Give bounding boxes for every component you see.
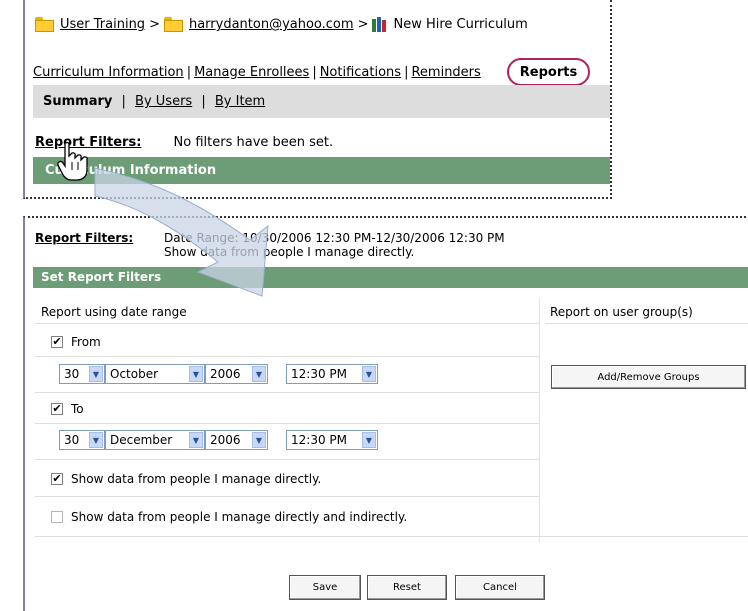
chevron-down-icon: ▼ (362, 366, 376, 382)
divider (35, 459, 539, 460)
report-filters-link[interactable]: Report Filters: (35, 135, 141, 150)
to-row: ✔ To (51, 402, 84, 416)
curriculum-nav: Curriculum Information | Manage Enrollees |… (33, 65, 481, 80)
direct-reports-label: Show data from people I manage directly. (71, 472, 322, 486)
divider (35, 356, 539, 357)
report-filters-value: No filters have been set. (173, 135, 334, 150)
divider (35, 496, 539, 497)
cancel-button[interactable]: Cancel (455, 575, 545, 600)
to-year-select[interactable]: 2006 ▼ (205, 430, 268, 450)
curriculum-information-header: Curriculum Information (33, 157, 610, 184)
chevron-down-icon: ▼ (89, 432, 103, 448)
to-month-select[interactable]: December ▼ (105, 430, 205, 450)
folder-icon (163, 17, 183, 32)
from-day-select[interactable]: 30 ▼ (59, 364, 105, 384)
nav-manage-enrollees[interactable]: Manage Enrollees (194, 65, 309, 80)
chevron-down-icon: ▼ (189, 366, 203, 382)
breadcrumb-user-training[interactable]: User Training (60, 17, 145, 32)
reset-button[interactable]: Reset (367, 575, 447, 600)
set-filters-panel: Report Filters: Date Range: 10/30/2006 1… (23, 216, 748, 611)
breadcrumb-curriculum: New Hire Curriculum (393, 17, 528, 32)
divider (35, 536, 748, 537)
to-date-selects: 30 ▼ December ▼ 2006 ▼ 12:30 PM ▼ (59, 430, 378, 450)
from-date-selects: 30 ▼ October ▼ 2006 ▼ 12:30 PM ▼ (59, 364, 378, 384)
breadcrumb-user-email[interactable]: harrydanton@yahoo.com (189, 17, 354, 32)
subtab-by-users[interactable]: By Users (135, 94, 192, 109)
from-month-select[interactable]: October ▼ (105, 364, 205, 384)
direct-reports-row: ✔ Show data from people I manage directl… (51, 472, 321, 486)
subtab-by-item[interactable]: By Item (215, 94, 265, 109)
books-icon (372, 17, 387, 32)
from-checkbox[interactable]: ✔ (51, 336, 63, 348)
set-report-filters-header: Set Report Filters (33, 267, 748, 288)
nav-curriculum-information[interactable]: Curriculum Information (33, 65, 184, 80)
chevron-down-icon: ▼ (189, 432, 203, 448)
curriculum-panel: User Training > harrydanton@yahoo.com > … (23, 0, 612, 199)
chevron-down-icon: ▼ (252, 432, 266, 448)
add-remove-groups-button[interactable]: Add/Remove Groups (551, 365, 746, 389)
divider (35, 392, 539, 393)
divider (545, 323, 748, 324)
subtab-summary[interactable]: Summary (43, 94, 112, 109)
divider (35, 423, 539, 424)
direct-reports-checkbox[interactable]: ✔ (51, 473, 63, 485)
indirect-reports-label: Show data from people I manage directly … (71, 510, 408, 524)
chevron-down-icon: ▼ (89, 366, 103, 382)
report-filters-date-range: Date Range: 10/30/2006 12:30 PM-12/30/20… (164, 231, 505, 245)
date-range-heading: Report using date range (41, 305, 187, 319)
to-checkbox[interactable]: ✔ (51, 403, 63, 415)
indirect-reports-row: Show data from people I manage directly … (51, 510, 407, 524)
column-divider (539, 298, 540, 543)
breadcrumb-separator: > (357, 17, 369, 32)
nav-notifications[interactable]: Notifications (320, 65, 401, 80)
user-groups-heading: Report on user group(s) (550, 305, 693, 319)
indirect-reports-checkbox[interactable] (51, 511, 63, 523)
to-label: To (71, 402, 84, 416)
report-filters-link[interactable]: Report Filters: (35, 231, 133, 245)
chevron-down-icon: ▼ (362, 432, 376, 448)
from-label: From (71, 335, 101, 349)
breadcrumb: User Training > harrydanton@yahoo.com > … (35, 17, 528, 32)
divider (35, 323, 539, 324)
breadcrumb-separator: > (149, 17, 160, 32)
from-time-select[interactable]: 12:30 PM ▼ (286, 364, 378, 384)
folder-icon (35, 17, 54, 32)
from-year-select[interactable]: 2006 ▼ (205, 364, 268, 384)
report-subtabs: Summary | By Users | By Item (33, 85, 610, 118)
report-filters-scope: Show data from people I manage directly. (164, 245, 415, 259)
nav-reports-tab[interactable]: Reports (507, 58, 590, 86)
report-filters-summary: Report Filters: No filters have been set… (35, 135, 333, 150)
chevron-down-icon: ▼ (252, 366, 266, 382)
from-row: ✔ From (51, 335, 101, 349)
to-day-select[interactable]: 30 ▼ (59, 430, 105, 450)
save-button[interactable]: Save (289, 575, 361, 600)
to-time-select[interactable]: 12:30 PM ▼ (286, 430, 378, 450)
nav-reminders[interactable]: Reminders (411, 65, 480, 80)
